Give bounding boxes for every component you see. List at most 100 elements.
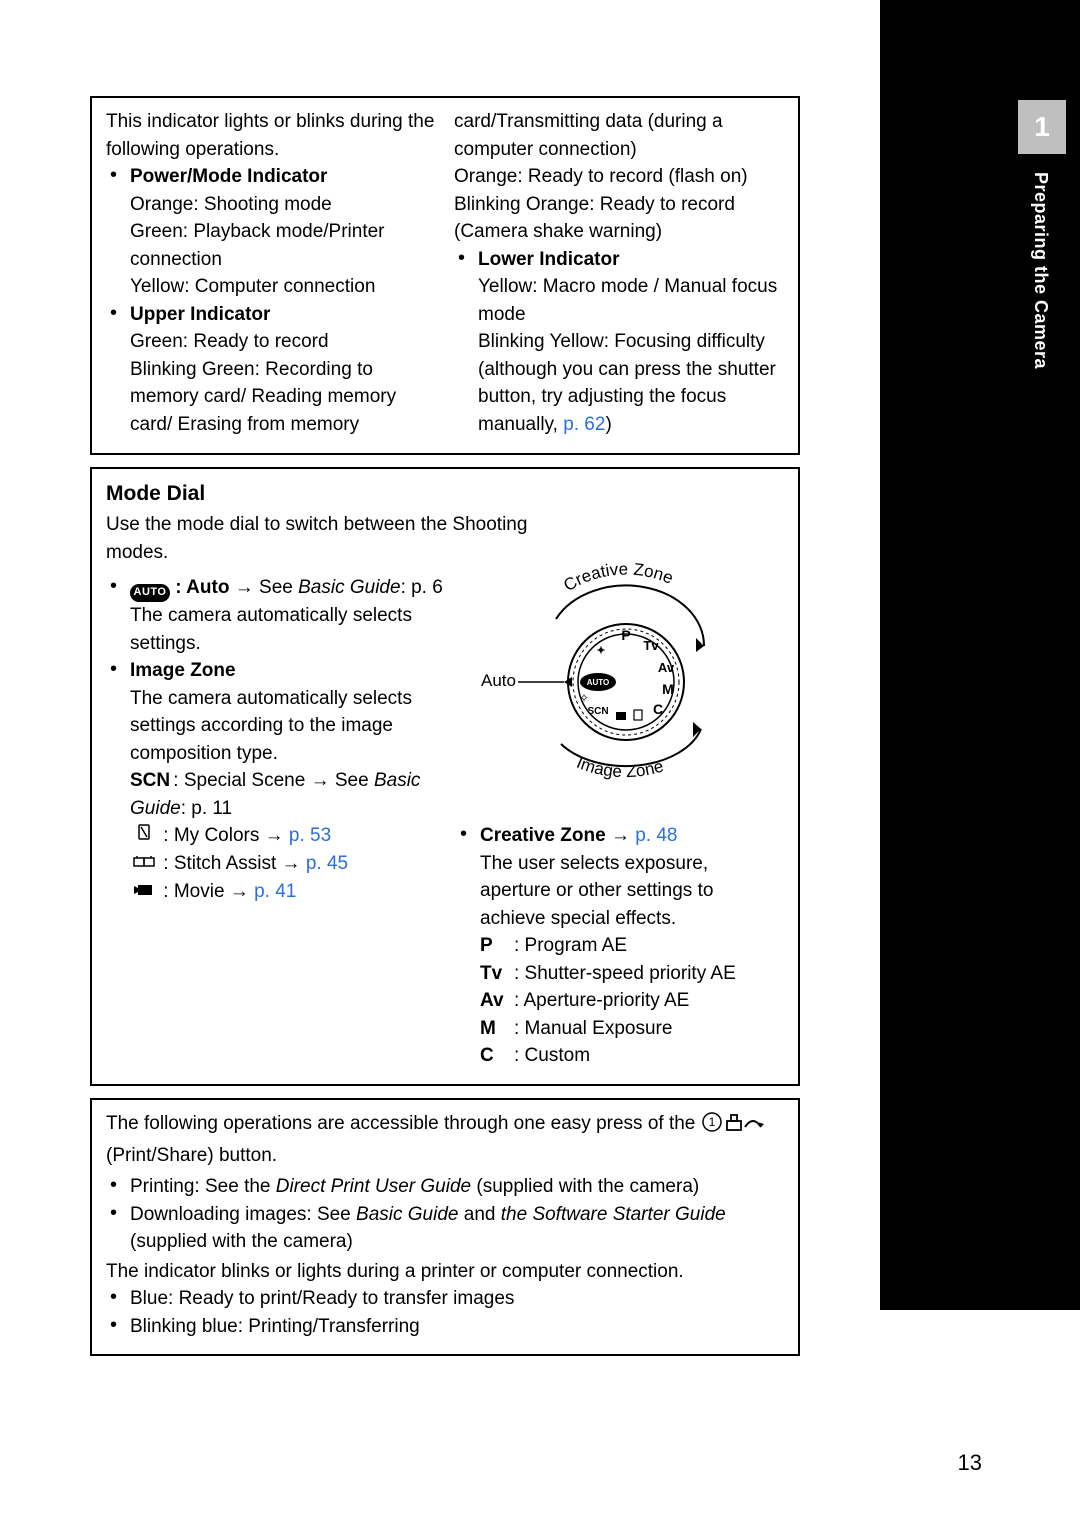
mode-dial-diagram: Creative Zone Image Zone — [456, 554, 736, 794]
svg-text:Image Zone: Image Zone — [574, 753, 666, 781]
ps-dl-mid: and — [458, 1204, 500, 1225]
upper-l2-part1: Blinking Green: Recording to memory card… — [130, 359, 396, 435]
ps-printing-i: Direct Print User Guide — [276, 1176, 471, 1197]
svg-text:1: 1 — [708, 1115, 715, 1129]
svg-text:C: C — [653, 701, 663, 717]
scn-see: See — [330, 770, 374, 791]
power-indicator-title: Power/Mode Indicator — [130, 166, 327, 187]
m-desc: : Manual Exposure — [514, 1015, 784, 1043]
svg-text:Tv: Tv — [643, 638, 659, 653]
mycolors-text: : My Colors — [163, 825, 264, 846]
mycolors-link[interactable]: p. 53 — [289, 825, 331, 846]
arrow-icon: → — [611, 825, 635, 846]
stitch-link[interactable]: p. 45 — [306, 853, 348, 874]
mode-dial-heading: Mode Dial — [106, 479, 784, 509]
svg-text:✧: ✧ — [579, 691, 589, 705]
svg-text:M: M — [662, 681, 674, 697]
ps-intro-a: The following operations are accessible … — [106, 1113, 701, 1134]
creative-zone-title: Creative Zone — [480, 825, 606, 846]
lower-indicator-item: Lower Indicator Yellow: Macro mode / Man… — [458, 246, 784, 439]
ps-ind-intro: The indicator blinks or lights during a … — [106, 1258, 784, 1286]
c-desc: : Custom — [514, 1042, 784, 1070]
scn-page: : p. 11 — [181, 798, 232, 819]
creative-zone-desc: The user selects exposure, aperture or o… — [480, 853, 713, 929]
movie-icon — [130, 878, 158, 906]
creative-zone-item: Creative Zone → p. 48 The user selects e… — [460, 822, 784, 1070]
lower-indicator-title: Lower Indicator — [478, 249, 619, 270]
auto-basic: Basic Guide — [298, 577, 400, 598]
ps-dl-i2: the Software Starter Guide — [501, 1204, 726, 1225]
stitch-text: : Stitch Assist — [163, 853, 281, 874]
p-symbol: P — [480, 932, 508, 960]
tv-symbol: Tv — [480, 960, 508, 988]
arrow-icon: → — [265, 825, 289, 846]
svg-text:P: P — [621, 627, 630, 643]
movie-link[interactable]: p. 41 — [254, 881, 296, 902]
upper-l4: Blinking Orange: Ready to record (Camera… — [454, 191, 784, 246]
power-l1: Orange: Shooting mode — [130, 194, 332, 215]
print-share-icon: 1 — [701, 1111, 771, 1142]
auto-dial-label: Auto — [481, 671, 516, 690]
svg-text:Creative Zone: Creative Zone — [560, 560, 676, 596]
lower-page-link[interactable]: p. 62 — [563, 414, 605, 435]
image-zone-label: Image Zone — [574, 753, 666, 781]
image-zone-item: Image Zone The camera automatically sele… — [110, 657, 446, 905]
av-desc: : Aperture-priority AE — [514, 987, 784, 1015]
page-number: 13 — [958, 1447, 982, 1479]
auto-see: See — [259, 577, 298, 598]
arrow-icon: → — [311, 770, 330, 791]
arrow-icon: → — [235, 577, 259, 598]
mode-dial-box: Mode Dial Use the mode dial to switch be… — [90, 467, 800, 1086]
ps-dl-a: Downloading images: See — [130, 1204, 356, 1225]
upper-indicator-title: Upper Indicator — [130, 304, 270, 325]
arrow-icon: → — [230, 881, 254, 902]
creative-zone-label: Creative Zone — [560, 560, 676, 596]
chapter-label: Preparing the Camera — [1028, 172, 1054, 369]
upper-l2-cont: card/Transmitting data (during a compute… — [454, 108, 784, 163]
scn-symbol: SCN — [130, 767, 168, 795]
upper-indicator-item: Upper Indicator Green: Ready to record B… — [110, 301, 436, 439]
stitch-icon — [130, 850, 158, 878]
auto-page: : p. 6 — [401, 577, 443, 598]
ps-printing-a: Printing: See the — [130, 1176, 276, 1197]
m-symbol: M — [480, 1015, 508, 1043]
ps-download: Downloading images: See Basic Guide and … — [110, 1201, 784, 1256]
ps-dl-i1: Basic Guide — [356, 1204, 458, 1225]
auto-oval-icon: AUTO — [130, 584, 170, 602]
lower-l2b: ) — [605, 414, 611, 435]
ps-dl-b: (supplied with the camera) — [130, 1231, 353, 1252]
tv-desc: : Shutter-speed priority AE — [514, 960, 784, 988]
auto-oval-dial: AUTO — [587, 678, 610, 687]
print-share-box: The following operations are accessible … — [90, 1098, 800, 1356]
p-desc: : Program AE — [514, 932, 784, 960]
ps-printing-b: (supplied with the camera) — [471, 1176, 699, 1197]
lower-l2a: Blinking Yellow: Focusing difficulty (al… — [478, 331, 776, 435]
auto-item: AUTO : Auto → See Basic Guide: p. 6 The … — [110, 574, 446, 657]
movie-text: : Movie — [163, 881, 230, 902]
power-l3: Yellow: Computer connection — [130, 276, 375, 297]
indicator-intro: This indicator lights or blinks during t… — [106, 108, 436, 163]
image-zone-title: Image Zone — [130, 660, 236, 681]
svg-text:Av: Av — [658, 660, 675, 675]
svg-text:✦: ✦ — [596, 645, 605, 657]
scn-text: : Special Scene — [168, 770, 311, 791]
power-l2: Green: Playback mode/Printer connection — [130, 221, 385, 270]
upper-l3: Orange: Ready to record (flash on) — [454, 163, 784, 191]
mycolors-icon — [130, 822, 158, 850]
arrow-icon: → — [282, 853, 306, 874]
svg-text:SCN: SCN — [587, 706, 608, 717]
power-indicator-item: Power/Mode Indicator Orange: Shooting mo… — [110, 163, 436, 301]
chapter-number: 1 — [1018, 100, 1066, 154]
auto-label: : Auto — [175, 577, 229, 598]
ps-intro-b: (Print/Share) button. — [106, 1145, 277, 1166]
ps-blink: Blinking blue: Printing/Transferring — [110, 1313, 784, 1341]
ps-blue: Blue: Ready to print/Ready to transfer i… — [110, 1285, 784, 1313]
image-zone-desc: The camera automatically selects setting… — [130, 688, 412, 764]
lower-l1: Yellow: Macro mode / Manual focus mode — [478, 276, 777, 325]
creative-zone-link[interactable]: p. 48 — [635, 825, 677, 846]
indicators-box: This indicator lights or blinks during t… — [90, 96, 800, 455]
c-symbol: C — [480, 1042, 508, 1070]
upper-l1: Green: Ready to record — [130, 331, 329, 352]
auto-desc: The camera automatically selects setting… — [130, 605, 412, 654]
av-symbol: Av — [480, 987, 508, 1015]
